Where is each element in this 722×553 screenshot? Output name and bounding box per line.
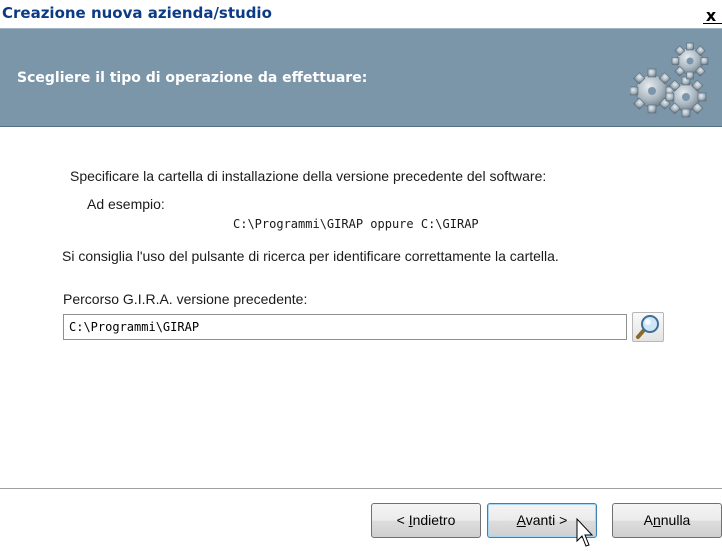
back-button-label-rest: ndietro [412,512,456,528]
back-button[interactable]: < Indietro [371,503,481,538]
gears-icon [630,42,709,118]
next-button-label-rest: vanti > [525,512,568,528]
header-heading: Scegliere il tipo di operazione da effet… [17,70,368,86]
example-value: C:\Programmi\GIRAP oppure C:\GIRAP [233,217,479,231]
path-label: Percorso G.I.R.A. versione precedente: [63,291,308,307]
footer-separator [0,488,722,490]
wizard-header: Scegliere il tipo di operazione da effet… [0,28,722,127]
cancel-button-label-pre: A [643,512,653,528]
window-title: Creazione nuova azienda/studio [2,4,272,22]
cancel-button-label-rest: nulla [660,512,691,528]
instruction-text: Specificare la cartella di installazione… [70,168,547,184]
example-label: Ad esempio: [87,196,165,212]
cancel-button-label-accel: n [652,512,661,528]
close-button[interactable]: x [700,6,722,26]
hint-text: Si consiglia l'uso del pulsante di ricer… [62,248,559,264]
magnifier-icon [636,315,659,339]
cancel-button[interactable]: Annulla [612,503,722,538]
next-button-label-accel: A [516,512,526,528]
path-input[interactable] [63,314,627,340]
mouse-cursor [576,518,594,547]
back-button-label-pre: < [396,512,409,528]
title-bar: Creazione nuova azienda/studio x [0,0,722,28]
search-button[interactable] [632,312,664,342]
